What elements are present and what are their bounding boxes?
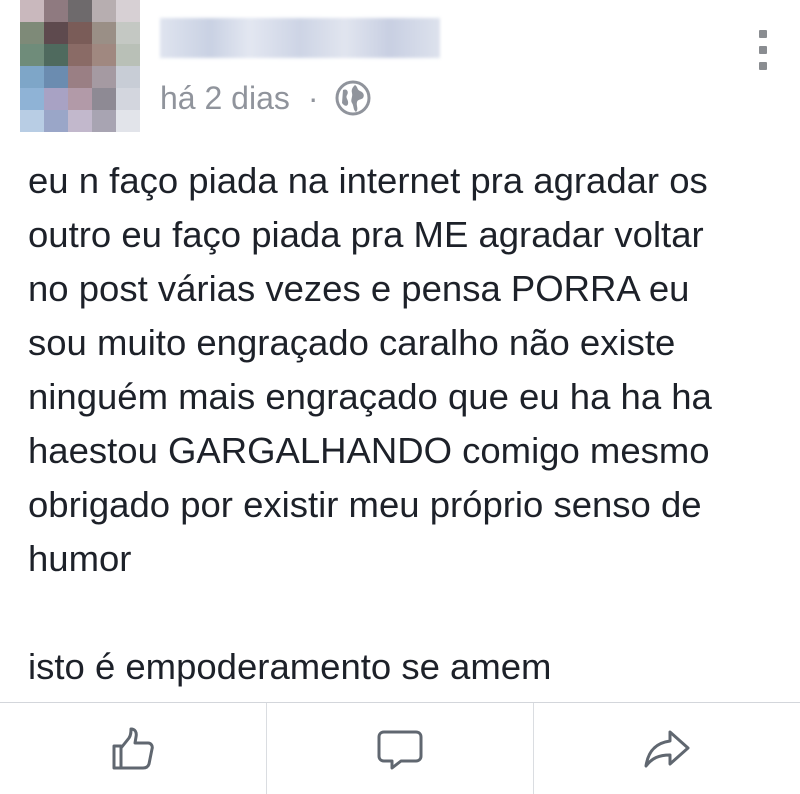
comment-button[interactable] (267, 703, 534, 794)
meta-separator: · (307, 79, 319, 116)
share-icon (644, 730, 690, 767)
author-name-blurred[interactable] (160, 18, 440, 58)
share-button[interactable] (534, 703, 800, 794)
comment-icon (377, 730, 423, 769)
post-meta: há 2 dias · (160, 76, 373, 120)
avatar[interactable] (20, 0, 140, 132)
like-button[interactable] (0, 703, 267, 794)
like-icon (112, 727, 154, 769)
post-timestamp[interactable]: há 2 dias (160, 80, 290, 117)
globe-icon (333, 78, 373, 118)
post-text: eu n faço piada na internet pra agradar … (28, 160, 712, 687)
more-options-icon[interactable] (757, 30, 769, 70)
post-actions-bar (0, 702, 800, 794)
